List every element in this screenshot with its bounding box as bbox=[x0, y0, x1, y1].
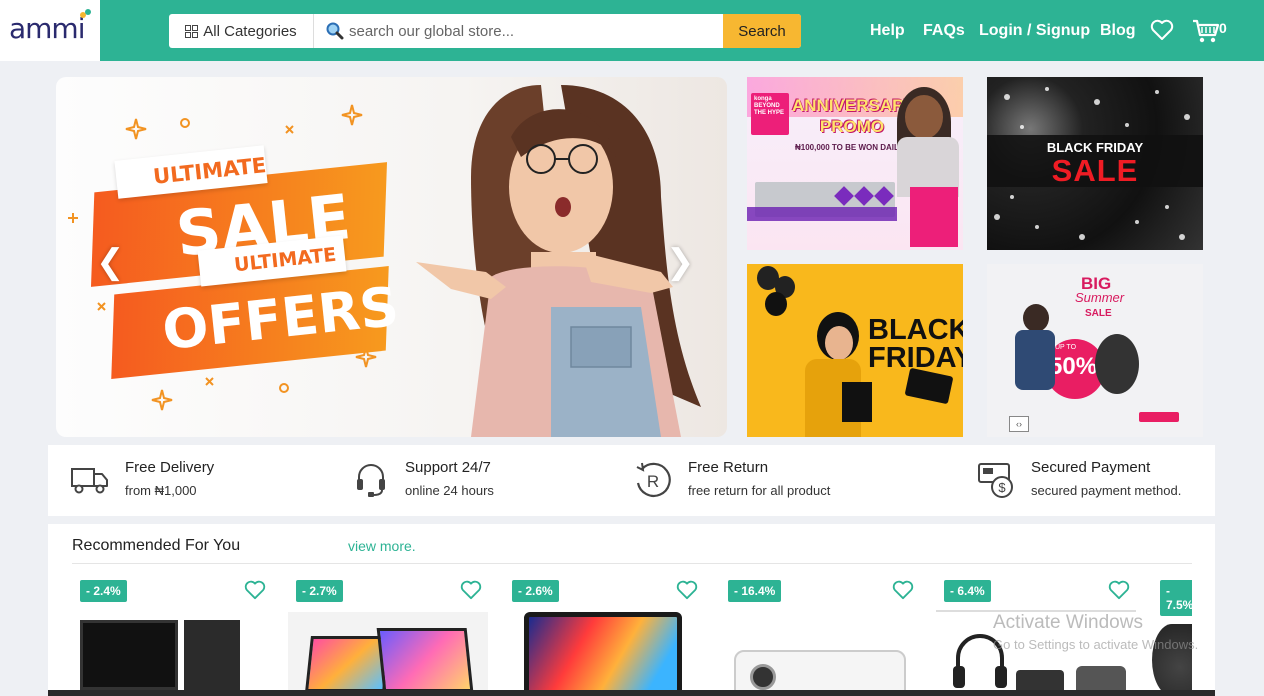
carousel-next-arrow[interactable]: ❯ bbox=[666, 242, 695, 282]
recommended-title: Recommended For You bbox=[72, 537, 241, 554]
payment-icon: $ bbox=[978, 463, 1013, 498]
cart-count: 0 bbox=[1219, 20, 1227, 36]
feature-title: Secured Payment bbox=[1031, 459, 1151, 476]
product-card[interactable]: - 6.4% bbox=[936, 574, 1136, 696]
logo-dot-green bbox=[85, 9, 91, 15]
projector-lens bbox=[750, 664, 776, 690]
wishlist-heart-icon[interactable] bbox=[676, 580, 698, 600]
view-more-link[interactable]: view more. bbox=[348, 538, 416, 554]
logo-text: ammi bbox=[9, 12, 85, 45]
discount-badge: - 16.4% bbox=[728, 580, 782, 602]
product-card[interactable]: - 2.6% bbox=[504, 574, 704, 696]
discount-badge: - 6.4% bbox=[944, 580, 991, 602]
bf-line2: FRIDAY bbox=[868, 342, 963, 374]
product-image-tower bbox=[184, 620, 240, 696]
features-bar: Free Delivery from ₦1,000 Support 24/7 o… bbox=[48, 445, 1215, 516]
promo-tile-anniversary[interactable]: konga BEYOND THE HYPE ANNIVERSARY PROMO … bbox=[747, 77, 963, 250]
return-icon: R bbox=[636, 462, 671, 497]
feature-title: Free Delivery bbox=[125, 459, 215, 476]
product-card[interactable]: - 2.7% bbox=[288, 574, 488, 696]
headset-icon bbox=[357, 464, 385, 497]
shopping-bag bbox=[910, 187, 958, 247]
nav-login-signup[interactable]: Login / Signup bbox=[979, 22, 1090, 40]
feature-subtitle: online 24 hours bbox=[405, 483, 494, 498]
logo[interactable]: ammi bbox=[0, 0, 100, 61]
tile-nav-arrows[interactable]: ‹› bbox=[1009, 416, 1029, 432]
model-face bbox=[825, 326, 853, 360]
windows-activation-title: Activate Windows bbox=[993, 612, 1143, 633]
promo-tile-big-summer-sale[interactable]: BIG Summer SALE UP TO 50% ‹› bbox=[987, 264, 1203, 437]
discount-badge: - 7.5% bbox=[1160, 580, 1192, 616]
feature-subtitle: from ₦1,000 bbox=[125, 483, 197, 498]
konga-badge: konga BEYOND THE HYPE bbox=[751, 93, 789, 135]
nav-blog[interactable]: Blog bbox=[1100, 22, 1136, 40]
summer-line2: Summer bbox=[1075, 290, 1125, 305]
shopping-bag bbox=[842, 382, 872, 422]
feature-subtitle: free return for all product bbox=[688, 483, 831, 498]
anniversary-subtitle: ₦100,000 TO BE WON DAILY! bbox=[795, 143, 907, 152]
carousel-prev-arrow[interactable]: ❮ bbox=[96, 242, 125, 282]
shop-now-button bbox=[1139, 412, 1179, 422]
svg-text:$: $ bbox=[998, 480, 1006, 495]
wishlist-heart-icon[interactable] bbox=[892, 580, 914, 600]
summer-pct: 50% bbox=[1049, 353, 1098, 380]
feature-title: Free Return bbox=[688, 459, 769, 476]
product-card[interactable]: - 7.5% bbox=[1152, 574, 1192, 696]
recommended-section: Recommended For You view more. - 2.4% - … bbox=[48, 524, 1215, 696]
cart-icon[interactable] bbox=[1192, 18, 1220, 44]
wishlist-heart-icon[interactable] bbox=[1150, 19, 1174, 41]
all-categories-label: All Categories bbox=[203, 22, 297, 40]
search-input[interactable] bbox=[319, 14, 719, 48]
truck-icon bbox=[71, 468, 108, 494]
windows-activation-subtitle: Go to Settings to activate Windows. bbox=[993, 637, 1199, 652]
product-image-speaker bbox=[1152, 624, 1192, 696]
nav-faqs[interactable]: FAQs bbox=[923, 22, 965, 40]
wishlist-heart-icon[interactable] bbox=[1108, 580, 1130, 600]
top-header: ammi All Categories Search Help FAQs Log… bbox=[0, 0, 1264, 61]
discount-badge: - 2.6% bbox=[512, 580, 559, 602]
wishlist-heart-icon[interactable] bbox=[460, 580, 482, 600]
summer-line3: SALE bbox=[1085, 308, 1112, 319]
sneaker-image bbox=[1095, 334, 1139, 394]
model-face bbox=[905, 95, 943, 139]
search-button[interactable]: Search bbox=[723, 14, 801, 48]
product-card[interactable]: - 2.4% bbox=[72, 574, 272, 696]
balloon bbox=[765, 292, 787, 316]
discount-badge: - 2.4% bbox=[80, 580, 127, 602]
all-categories-button[interactable]: All Categories bbox=[169, 14, 314, 48]
bf-line1: BLACK bbox=[868, 314, 963, 346]
feature-title: Support 24/7 bbox=[405, 459, 491, 476]
product-image-monitor bbox=[80, 620, 178, 690]
bf-sale-line2: SALE bbox=[1051, 153, 1139, 188]
section-divider bbox=[72, 563, 1192, 564]
product-image-macbook bbox=[524, 612, 682, 696]
feature-subtitle: secured payment method. bbox=[1031, 483, 1182, 498]
product-image-laptop bbox=[376, 628, 474, 692]
model-body bbox=[1015, 330, 1055, 390]
nav-help[interactable]: Help bbox=[870, 22, 905, 40]
grid-icon bbox=[185, 24, 199, 38]
wishlist-heart-icon[interactable] bbox=[244, 580, 266, 600]
product-card[interactable]: - 16.4% bbox=[720, 574, 920, 696]
anniversary-title: ANNIVERSARY PROMO bbox=[792, 96, 916, 136]
search-bar: All Categories Search bbox=[169, 14, 801, 48]
discount-badge: - 2.7% bbox=[296, 580, 343, 602]
summer-upto: UP TO bbox=[1055, 344, 1077, 351]
hero-carousel[interactable]: ULTIMATE SALE ULTIMATE OFFERS ❮ ❯ bbox=[56, 77, 727, 437]
model-head bbox=[1023, 304, 1049, 332]
promo-tile-black-friday[interactable]: BLACK FRIDAY bbox=[747, 264, 963, 437]
horizontal-scrollbar[interactable] bbox=[48, 690, 1215, 696]
info-strip bbox=[747, 207, 897, 221]
promo-tile-black-friday-sale[interactable]: BLACK FRIDAY SALE bbox=[987, 77, 1203, 250]
svg-text:R: R bbox=[647, 472, 659, 491]
